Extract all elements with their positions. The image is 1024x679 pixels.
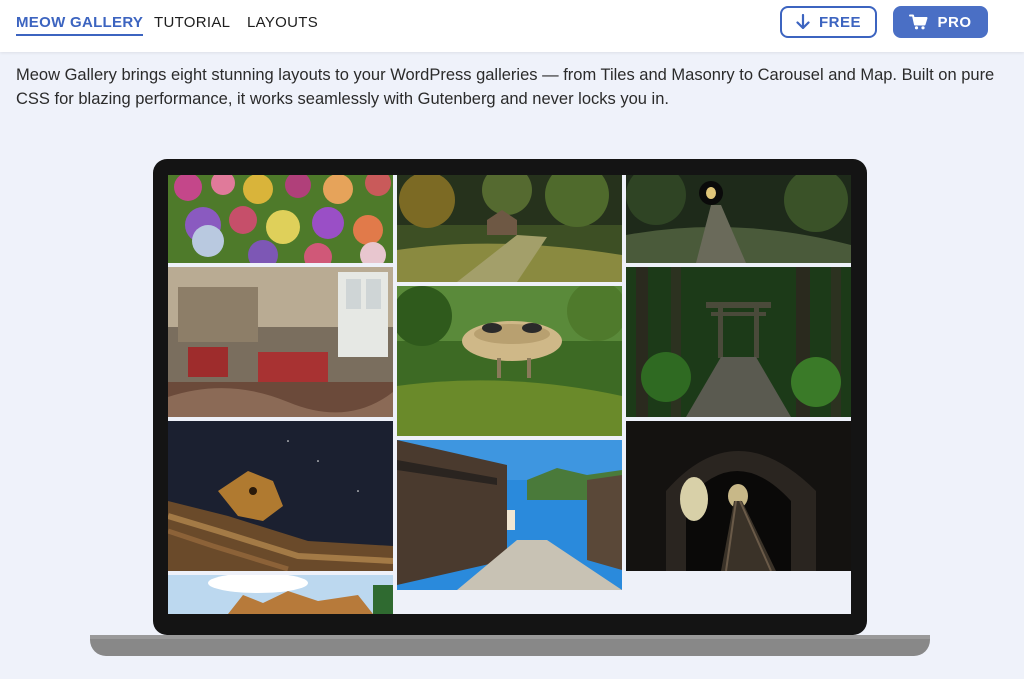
top-navigation-bar: MEOW GALLERY TUTORIAL LAYOUTS FREE PRO [0,0,1024,52]
gallery-grid [168,175,851,614]
gallery-image-village-street[interactable] [397,440,622,590]
gallery-image-torii-forest[interactable] [626,267,851,417]
pro-purchase-button[interactable]: PRO [893,6,988,38]
cart-icon [909,14,928,30]
gallery-image-ornate-rooftop[interactable] [168,575,393,614]
nav-link-layouts[interactable]: LAYOUTS [247,14,318,31]
nav-link-meow-gallery[interactable]: MEOW GALLERY [16,14,144,36]
nav-link-tutorial[interactable]: TUTORIAL [154,14,230,31]
gallery-image-night-roof-dragon[interactable] [168,421,393,571]
intro-paragraph: Meow Gallery brings eight stunning layou… [16,66,995,108]
arrow-down-icon [796,14,810,30]
free-download-button[interactable]: FREE [780,6,877,38]
gallery-image-futuro-house[interactable] [397,286,622,436]
gallery-image-tunnel-path[interactable] [626,175,851,263]
gallery-image-hydrangea[interactable] [168,175,393,263]
gallery-image-abandoned-room[interactable] [168,267,393,417]
gallery-image-railway-tunnel[interactable] [626,421,851,571]
free-button-label: FREE [818,13,861,31]
gallery-image-forest-hut[interactable] [397,175,622,282]
pro-button-label: PRO [937,13,972,31]
laptop-base [90,635,930,656]
